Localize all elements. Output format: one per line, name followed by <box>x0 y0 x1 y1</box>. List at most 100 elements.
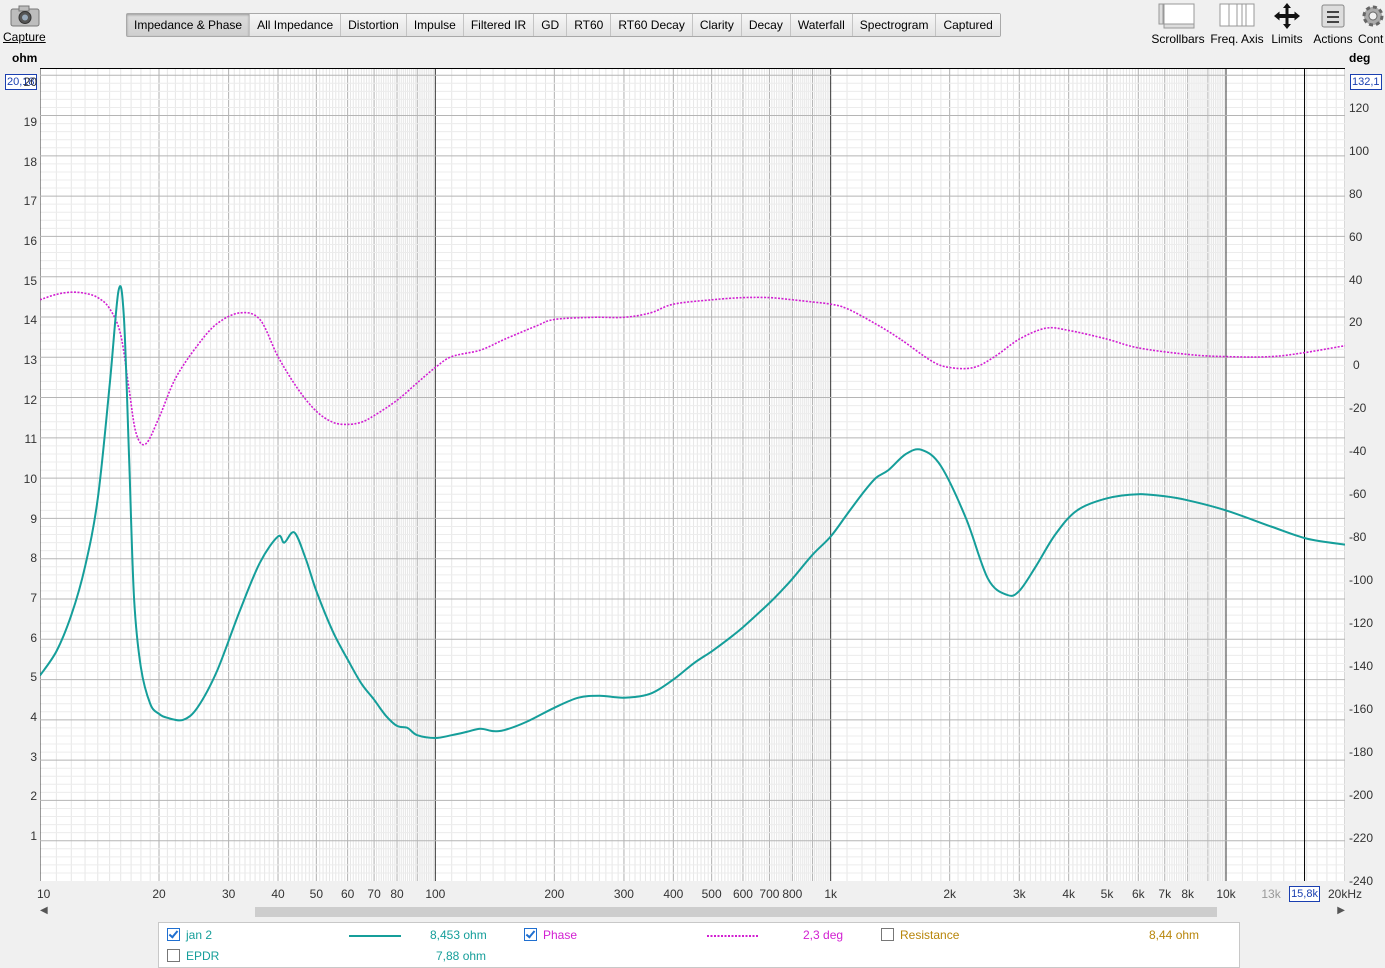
controls-button[interactable]: Cont <box>1358 2 1385 46</box>
phase-tick-label: 80 <box>1349 187 1363 201</box>
legend-value-jan-2: 8,453 ohm <box>430 928 487 942</box>
gear-icon <box>1362 5 1384 27</box>
y-tick-label: 1 <box>30 829 37 843</box>
legend-item-jan-2[interactable]: jan 2 <box>167 928 212 942</box>
y-tick-label: 11 <box>24 432 37 446</box>
legend-item-epdr[interactable]: EPDR <box>167 949 219 963</box>
tab-captured[interactable]: Captured <box>936 14 1000 36</box>
y-tick-label: 13 <box>23 353 37 367</box>
x-tick-label: 20 <box>152 887 166 901</box>
impedance-phase-plot[interactable] <box>40 68 1345 881</box>
x-tick-label: 800 <box>782 887 803 901</box>
y-tick-label: 4 <box>30 710 37 724</box>
x-tick-label: 70 <box>367 887 381 901</box>
capture-label: Capture <box>3 30 46 44</box>
x-tick-label: 40 <box>271 887 285 901</box>
phase-tick-label: 20 <box>1349 315 1363 329</box>
x-tick-label: 50 <box>309 887 323 901</box>
limits-button[interactable]: Limits <box>1266 2 1308 46</box>
phase-tick-label: -40 <box>1349 444 1367 458</box>
capture-button[interactable]: Capture <box>2 2 48 46</box>
x-tick-label: 6k <box>1131 887 1145 901</box>
scrollbars-button[interactable]: Scrollbars <box>1150 2 1206 46</box>
x-tick-label: 700 <box>759 887 780 901</box>
x-tick-label: 20kHz <box>1327 887 1362 901</box>
y-tick-label: 18 <box>23 155 37 169</box>
legend-label-phase: Phase <box>543 928 578 942</box>
phase-tick-label: -200 <box>1349 788 1374 802</box>
phase-tick-label: 120 <box>1349 101 1370 115</box>
tab-waterfall[interactable]: Waterfall <box>790 14 853 36</box>
x-tick-label: 400 <box>663 887 684 901</box>
legend-item-resistance[interactable]: Resistance <box>881 928 959 942</box>
jan-2-checkbox[interactable] <box>167 928 180 941</box>
scroll-right-icon[interactable]: ▶ <box>1337 905 1345 916</box>
phase-tick-label: -160 <box>1349 702 1374 716</box>
y-tick-label: 2 <box>30 789 37 803</box>
phase-tick-label: -80 <box>1349 530 1367 544</box>
x-axis-ticks: 10 20 30 40 50 60 70 80 100 200 300 400 … <box>37 886 1370 903</box>
x-tick-label: 1k <box>824 887 837 901</box>
controls-label: Cont <box>1358 32 1384 46</box>
scrollbars-icon <box>1158 3 1195 29</box>
legend-label-resistance: Resistance <box>900 928 960 942</box>
y-tick-label: 6 <box>30 631 37 645</box>
phase-tick-label: -180 <box>1349 745 1374 759</box>
tab-bar: Impedance & Phase All Impedance Distorti… <box>126 13 1001 37</box>
tab-filtered-ir[interactable]: Filtered IR <box>463 14 535 36</box>
phase-checkbox[interactable] <box>524 928 537 941</box>
actions-label: Actions <box>1313 32 1353 46</box>
legend-value-phase: 2,3 deg <box>803 928 844 942</box>
y-tick-label: 3 <box>30 750 37 764</box>
chart-svg <box>40 68 1345 881</box>
right-cursor-readout[interactable]: 132,1 <box>1350 74 1382 90</box>
legend-label-jan-2: jan 2 <box>186 928 213 942</box>
x-tick-label: 4k <box>1062 887 1076 901</box>
tab-rt60-decay[interactable]: RT60 Decay <box>611 14 693 36</box>
tab-clarity[interactable]: Clarity <box>692 14 742 36</box>
legend-value-resistance: 8,44 ohm <box>1149 928 1200 942</box>
legend-item-phase[interactable]: Phase <box>524 928 577 942</box>
legend-swatch-impedance <box>349 935 401 937</box>
tab-impedance-phase[interactable]: Impedance & Phase <box>127 14 251 36</box>
legend-panel: jan 2 8,453 ohm Phase 2,3 deg Resistance… <box>158 922 1240 968</box>
right-axis-unit: deg <box>1349 51 1371 65</box>
tab-impulse[interactable]: Impulse <box>406 14 464 36</box>
y-tick-label: 16 <box>23 234 37 248</box>
scroll-left-icon[interactable]: ◀ <box>40 905 48 916</box>
tab-decay[interactable]: Decay <box>741 14 791 36</box>
x-cursor-readout[interactable]: 15,8k <box>1289 886 1320 902</box>
x-tick-label: 3k <box>1012 887 1026 901</box>
legend-value-epdr: 7,88 ohm <box>436 949 487 963</box>
phase-tick-label: -120 <box>1349 616 1374 630</box>
tab-rt60[interactable]: RT60 <box>567 14 612 36</box>
tab-gd[interactable]: GD <box>534 14 568 36</box>
phase-tick-label: -140 <box>1349 659 1374 673</box>
y-tick-label: 17 <box>23 194 37 208</box>
y-tick-label: 10 <box>23 472 37 486</box>
scrollbars-label: Scrollbars <box>1151 32 1205 46</box>
actions-button[interactable]: Actions <box>1310 2 1356 46</box>
legend-label-epdr: EPDR <box>186 949 220 963</box>
x-tick-label: 60 <box>340 887 355 901</box>
resistance-checkbox[interactable] <box>881 928 894 941</box>
freq-axis-button[interactable]: Freq. Axis <box>1208 2 1266 46</box>
horizontal-scrollbar[interactable]: ◀ ▶ <box>40 905 1345 918</box>
y-tick-label: 14 <box>23 313 37 327</box>
x-tick-label: 8k <box>1181 887 1195 901</box>
tab-spectrogram[interactable]: Spectrogram <box>852 14 937 36</box>
y-tick-label: 20 <box>23 75 37 89</box>
scrollbar-thumb[interactable] <box>255 907 1217 917</box>
phase-tick-label: -100 <box>1349 573 1374 587</box>
y-tick-label: 8 <box>30 551 37 565</box>
x-tick-label: 30 <box>221 887 236 901</box>
y-tick-label: 5 <box>30 670 37 684</box>
epdr-checkbox[interactable] <box>167 949 180 962</box>
x-tick-label: 200 <box>544 887 565 901</box>
phase-tick-label: 100 <box>1349 144 1370 158</box>
tab-distortion[interactable]: Distortion <box>341 14 407 36</box>
limits-label: Limits <box>1271 32 1303 46</box>
y-tick-label: 12 <box>23 393 37 407</box>
phase-tick-label: -60 <box>1349 487 1367 501</box>
tab-all-impedance[interactable]: All Impedance <box>250 14 342 36</box>
